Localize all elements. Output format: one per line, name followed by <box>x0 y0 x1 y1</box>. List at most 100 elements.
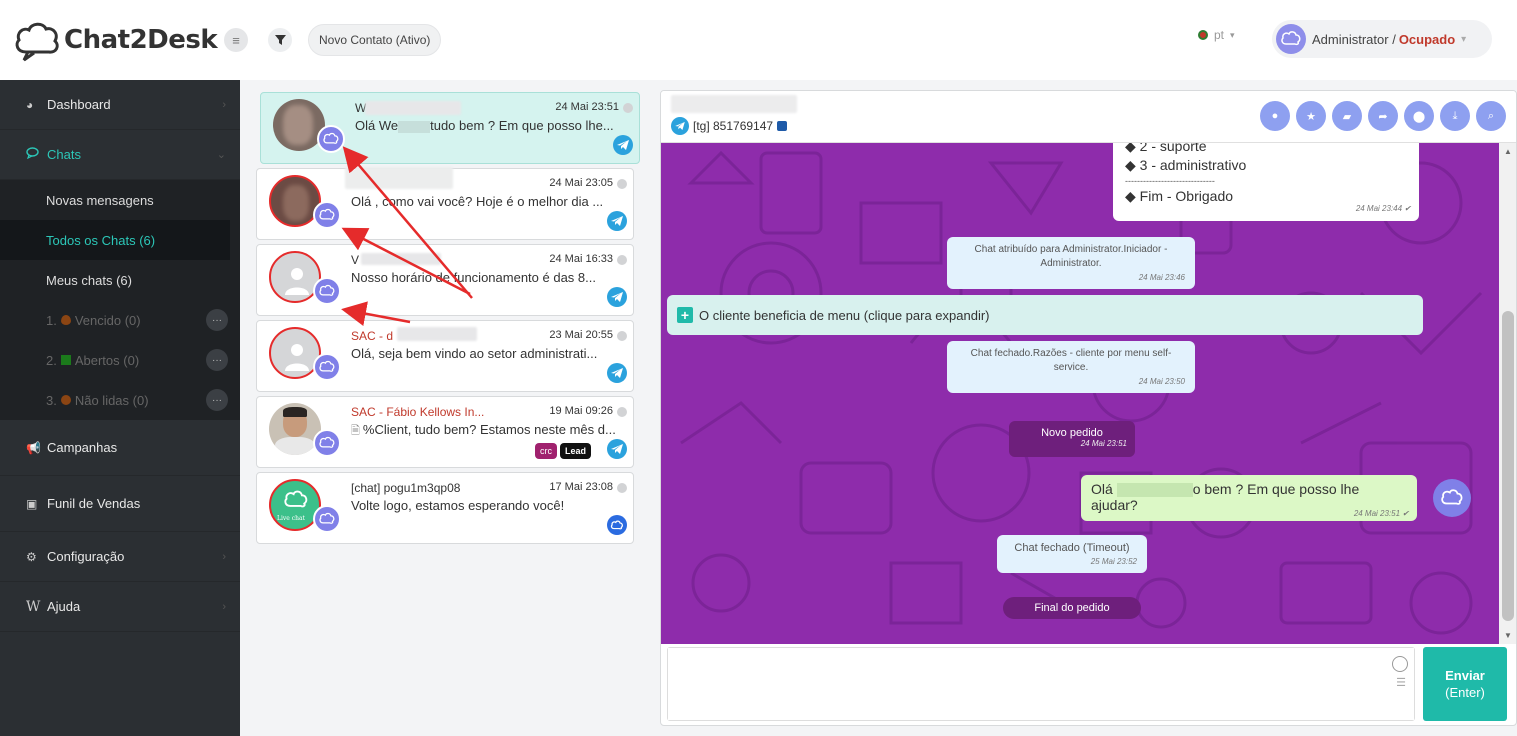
contact-filter-label: Novo Contato (Ativo) <box>319 33 431 47</box>
message-area: ◆ 2 - suporte ◆ 3 - administrativo -----… <box>661 143 1499 644</box>
scroll-down-icon[interactable]: ▼ <box>1504 631 1512 640</box>
telegram-icon <box>607 211 627 231</box>
filter-icon[interactable] <box>268 28 292 52</box>
outgoing-text-start: Olá <box>1091 481 1113 497</box>
language-selector[interactable]: pt ▾ <box>1198 28 1235 42</box>
share-icon[interactable]: ➦ <box>1368 101 1398 131</box>
sidebar-item-label: Dashboard <box>47 97 111 112</box>
portugal-flag-icon <box>1198 30 1208 40</box>
sidebar-item-nao-lidas[interactable]: 3. Não lidas (0) ··· <box>0 380 240 420</box>
chat-preview: 🗎 %Client, tudo bem? Estamos neste mês d… <box>351 422 621 441</box>
chat-name: V <box>351 253 360 267</box>
menu-toggle-icon[interactable]: ≡ <box>224 28 248 52</box>
chat-card[interactable]: V 24 Mai 16:33 Nosso horário de funciona… <box>256 244 634 316</box>
menu-line: ------------------------------ <box>1125 176 1215 186</box>
sidebar-item-ajuda[interactable]: W Ajuda › <box>0 582 240 632</box>
status-dot <box>623 103 633 113</box>
menu-notice-text: O cliente beneficia de menu (clique para… <box>699 307 990 323</box>
scroll-thumb[interactable] <box>1502 311 1514 621</box>
sidebar-item-todos-chats[interactable]: Todos os Chats (6) <box>0 220 230 260</box>
redacted-text <box>398 120 431 133</box>
circle-icon[interactable]: ⬤ <box>1404 101 1434 131</box>
send-button[interactable]: Enviar (Enter) <box>1423 647 1507 721</box>
scrollbar[interactable]: ▲ ▼ <box>1499 143 1516 644</box>
sidebar-item-label: Meus chats (6) <box>46 272 132 288</box>
system-message-text: Chat fechado (Timeout) <box>1014 542 1130 554</box>
chat-time: 24 Mai 23:05 <box>549 177 613 189</box>
gear-icon: ⚙ <box>26 549 37 564</box>
sidebar-item-dashboard[interactable]: ◕ Dashboard › <box>0 80 240 130</box>
system-message: Chat fechado.Razões - cliente por menu s… <box>947 341 1195 393</box>
more-options-icon[interactable]: ··· <box>206 349 228 371</box>
sidebar-item-funil[interactable]: ▣ Funil de Vendas <box>0 476 240 532</box>
redacted-name <box>671 95 797 113</box>
menu-line: ◆ 2 - suporte <box>1125 143 1207 154</box>
logo[interactable]: Chat2Desk <box>0 0 240 80</box>
avatar <box>1276 24 1306 54</box>
dashboard-icon: ◕ <box>26 97 34 112</box>
user-menu[interactable]: Administrator / Ocupado ▾ <box>1272 20 1492 58</box>
message-time: 24 Mai 23:46 <box>1138 273 1185 282</box>
chat-card[interactable]: W 24 Mai 23:51 Olá We tudo bem ? Em que p… <box>260 92 640 164</box>
sidebar-item-configuracao[interactable]: ⚙ Configuração › <box>0 532 240 582</box>
tag-crc[interactable]: crc <box>535 443 557 459</box>
logo-text: Chat2Desk <box>64 25 218 55</box>
funnel-icon: ▣ <box>26 496 38 511</box>
tag-lead[interactable]: Lead <box>559 443 591 459</box>
contact-filter-button[interactable]: Novo Contato (Ativo) <box>308 24 442 56</box>
message-time: 24 Mai 23:51 ✔ <box>1353 509 1409 518</box>
sidebar-item-meus-chats[interactable]: Meus chats (6) <box>0 260 240 300</box>
message-time: 24 Mai 23:51 <box>1080 439 1127 448</box>
message-time: 25 Mai 23:52 <box>1090 557 1137 566</box>
scroll-up-icon[interactable]: ▲ <box>1504 147 1512 156</box>
send-button-hint: (Enter) <box>1445 685 1485 700</box>
message-input[interactable] <box>668 648 1414 720</box>
chat-card[interactable]: SAC - Fábio Kellows In... 19 Mai 09:26 🗎… <box>256 396 634 468</box>
sidebar-item-novas-mensagens[interactable]: Novas mensagens <box>0 180 240 220</box>
chat-card[interactable]: Live chat [chat] pogu1m3qp08 17 Mai 23:0… <box>256 472 634 544</box>
chat-preview: Olá, seja bem vindo ao setor administrat… <box>351 346 598 361</box>
sidebar-item-vencido[interactable]: 1. Vencido (0) ··· <box>0 300 240 340</box>
plus-icon[interactable]: + <box>677 307 693 323</box>
language-label: pt <box>1214 28 1225 42</box>
list-prefix: 3. <box>46 392 57 408</box>
caret-down-icon: ▾ <box>1230 29 1235 40</box>
list-icon[interactable]: ☰ <box>1396 678 1406 689</box>
cloud-logo-icon <box>15 22 59 62</box>
search-icon[interactable]: ⌕ <box>1476 101 1506 131</box>
redacted-text <box>1116 483 1193 498</box>
system-message-text: Chat fechado.Razões - cliente por menu s… <box>970 348 1172 373</box>
chat2desk-badge-icon <box>317 125 345 153</box>
star-icon[interactable]: ★ <box>1296 101 1326 131</box>
order-start-marker: Novo pedido 24 Mai 23:51 <box>1009 421 1135 457</box>
telegram-icon <box>607 439 627 459</box>
live-chat-label: Live chat <box>277 515 305 522</box>
sidebar-item-abertos[interactable]: 2. Abertos (0) ··· <box>0 340 240 380</box>
outgoing-message: Olá o bem ? Em que posso lhe ajudar? 24 … <box>1081 475 1417 521</box>
conversation-header: [tg] 851769147 ● ★ ▰ ➦ ⬤ ⤓ ⌕ <box>661 91 1516 143</box>
message-time: 24 Mai 23:44 ✔ <box>1355 204 1411 213</box>
chevron-right-icon: › <box>222 550 226 563</box>
conversation-id: [tg] 851769147 <box>671 117 788 135</box>
chat-card[interactable]: 24 Mai 23:05 Olá , como vai você? Hoje é… <box>256 167 634 240</box>
more-options-icon[interactable]: ··· <box>206 309 228 331</box>
list-prefix: 1. <box>46 312 57 328</box>
phone-icon[interactable] <box>777 121 788 131</box>
menu-notice[interactable]: + O cliente beneficia de menu (clique pa… <box>667 295 1423 335</box>
user-icon[interactable]: ● <box>1260 101 1290 131</box>
conversation-panel: [tg] 851769147 ● ★ ▰ ➦ ⬤ ⤓ ⌕ ◆ 2 - supor… <box>660 90 1517 726</box>
chat-card[interactable]: SAC - d 23 Mai 20:55 Olá, seja bem vindo… <box>256 320 634 392</box>
download-icon[interactable]: ⤓ <box>1440 101 1470 131</box>
telegram-icon <box>671 117 689 135</box>
sidebar-item-label: Abertos (0) <box>74 352 140 368</box>
emoji-icon[interactable] <box>1392 656 1408 672</box>
more-options-icon[interactable]: ··· <box>206 389 228 411</box>
brown-circle-icon <box>60 395 71 405</box>
sidebar-item-chats[interactable]: Chats ⌄ <box>0 130 240 180</box>
chat-preview: Olá We tudo bem ? Em que posso lhe... <box>355 118 625 133</box>
chat2desk-badge-icon <box>313 353 341 381</box>
sidebar-item-campanhas[interactable]: 📢 Campanhas <box>0 420 240 476</box>
comment-icon[interactable]: ▰ <box>1332 101 1362 131</box>
chat-list: W 24 Mai 23:51 Olá We tudo bem ? Em que p… <box>256 92 640 548</box>
caret-down-icon: ▾ <box>1461 33 1467 45</box>
